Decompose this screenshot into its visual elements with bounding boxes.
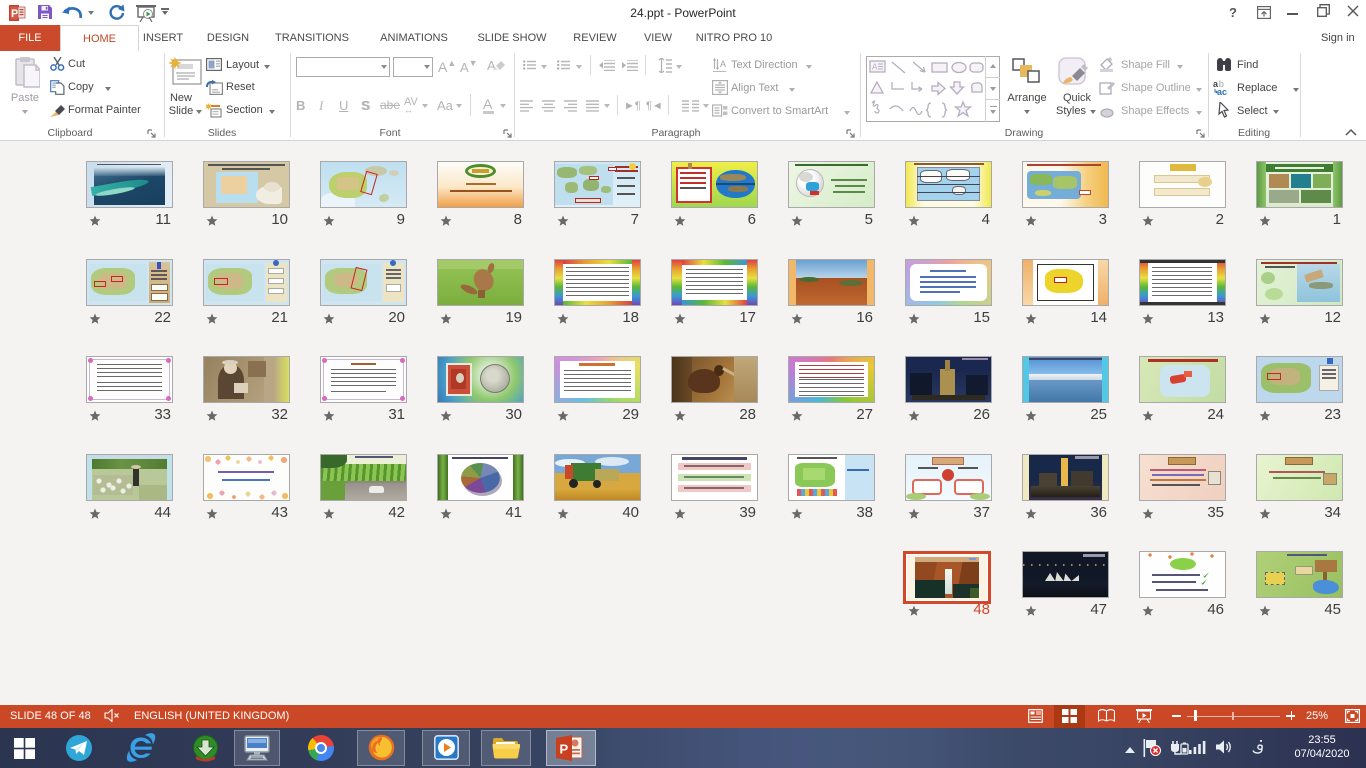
svg-text:A: A bbox=[872, 63, 878, 72]
svg-text:ac: ac bbox=[1217, 87, 1227, 96]
svg-text:A: A bbox=[487, 58, 496, 73]
svg-text:A: A bbox=[720, 59, 726, 69]
svg-text:P: P bbox=[560, 742, 569, 757]
